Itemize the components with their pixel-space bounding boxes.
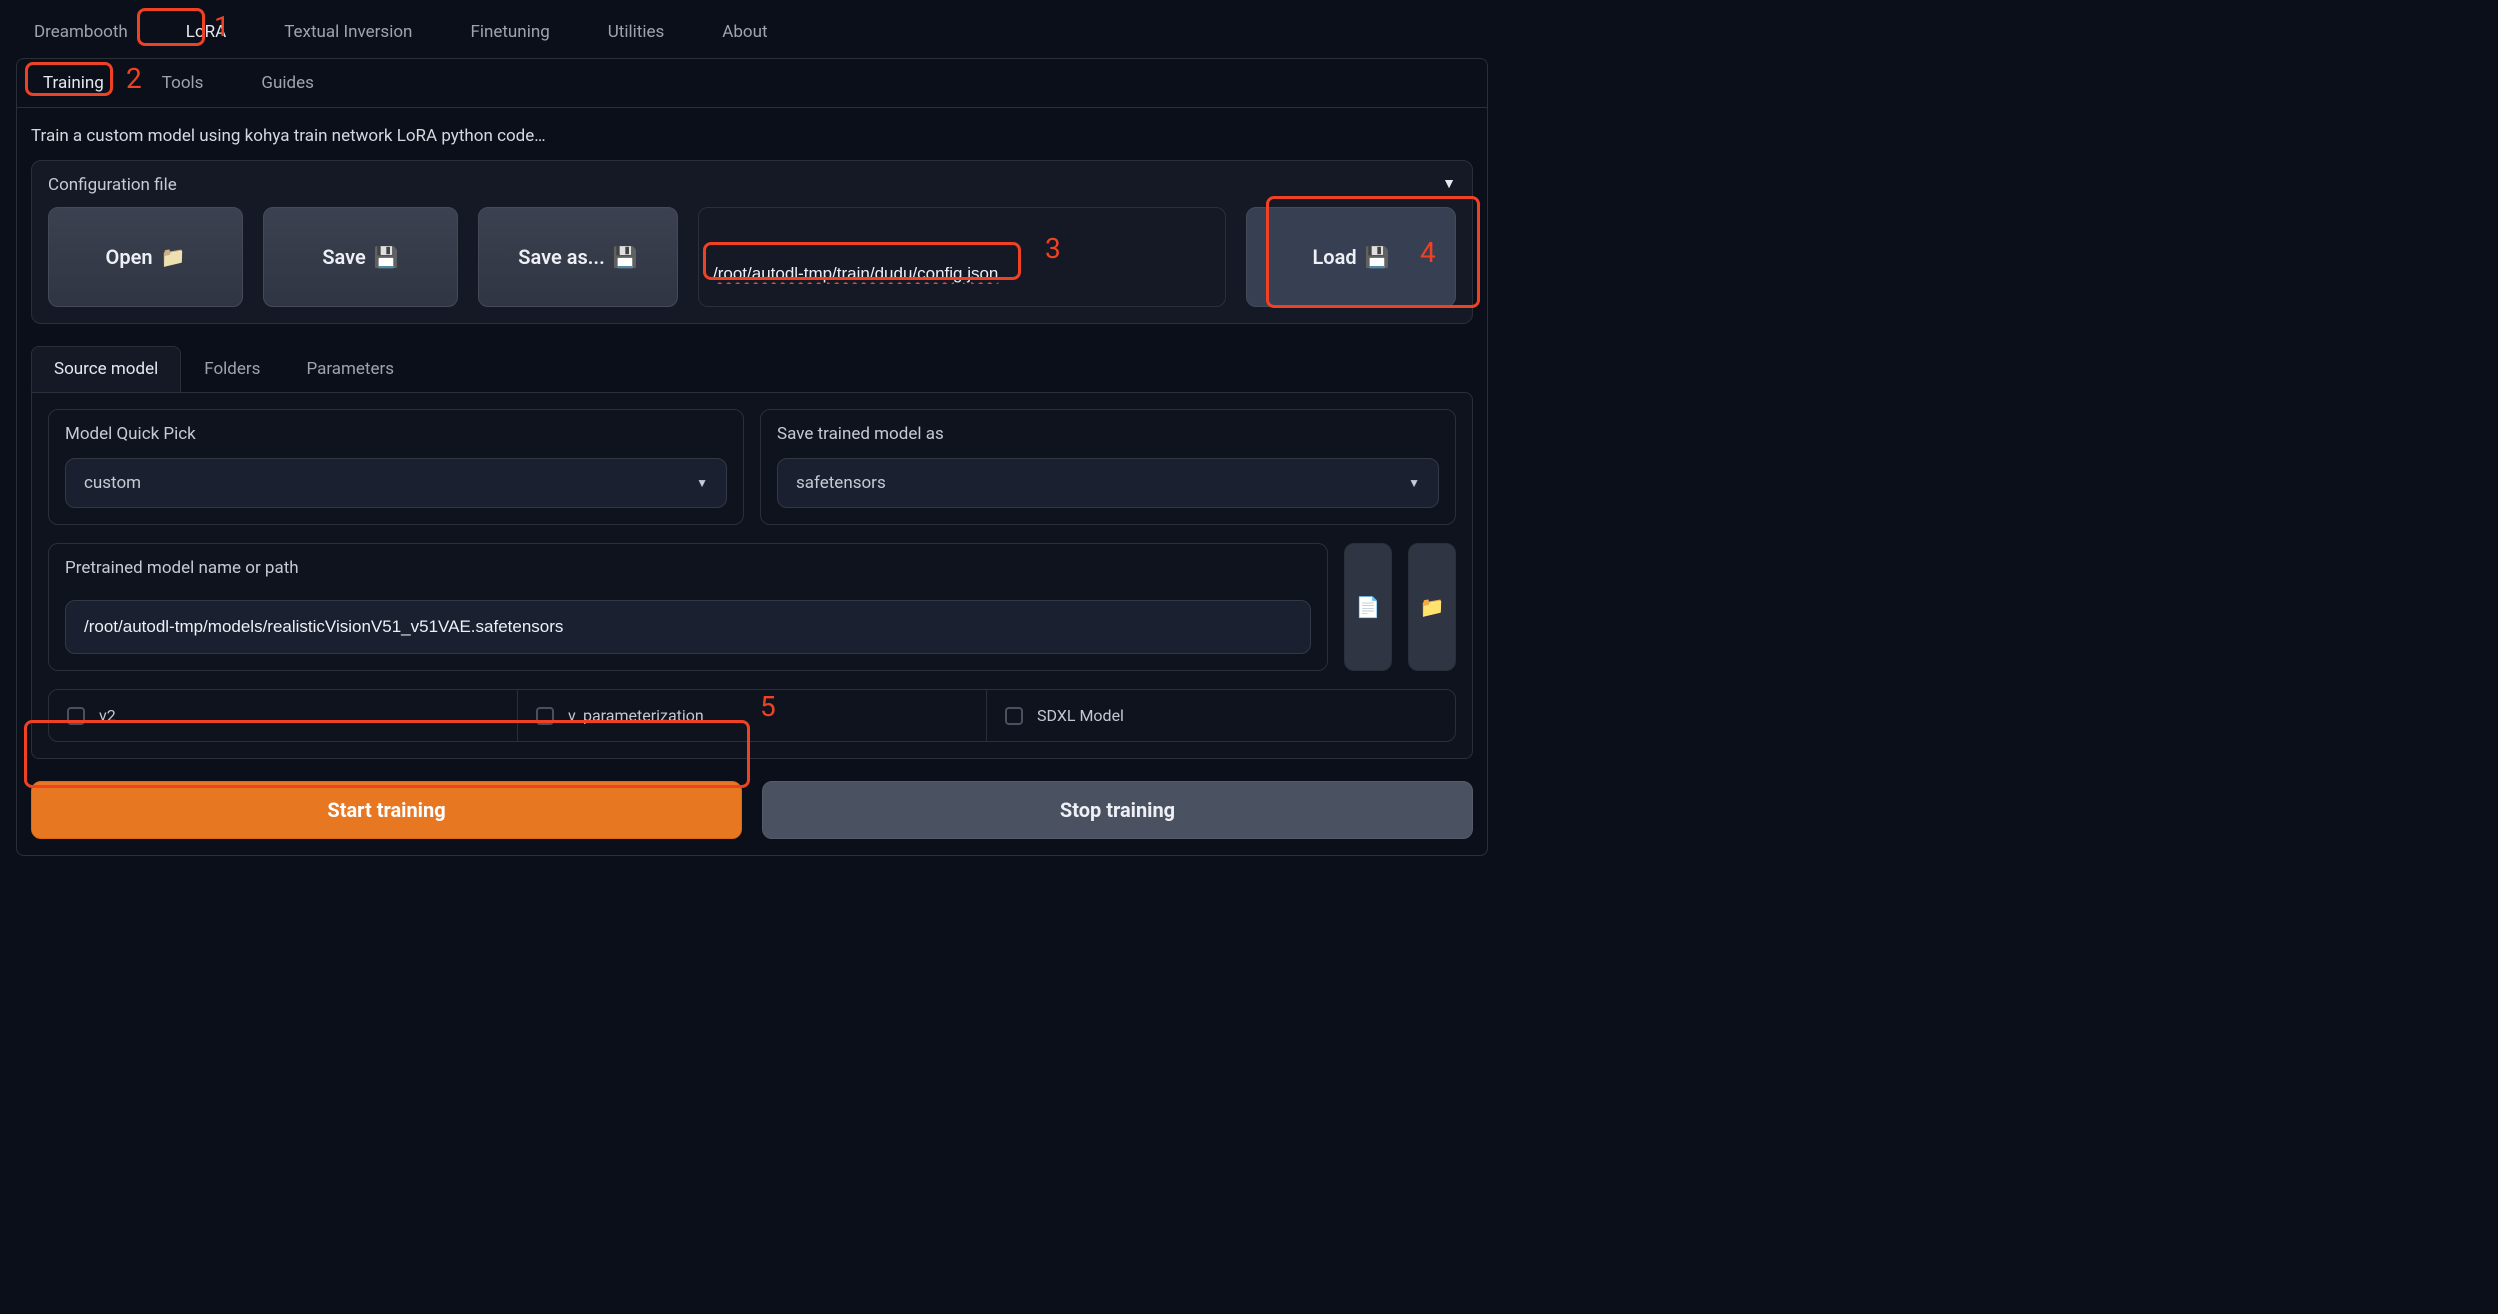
save-trained-as-select[interactable]: safetensors ▼ [777,458,1439,508]
open-button-label: Open [106,245,153,269]
lora-panel: Training Tools Guides Train a custom mod… [16,58,1488,856]
checkbox-icon [67,707,85,725]
panel-description: Train a custom model using kohya train n… [17,108,1487,160]
main-tabs: Dreambooth LoRA Textual Inversion Finetu… [0,0,1504,52]
tab-finetuning[interactable]: Finetuning [456,12,563,52]
save-icon [1365,245,1390,269]
configuration-file-panel: Configuration file ▼ Open Save Save as..… [31,160,1473,324]
subtab-guides[interactable]: Guides [247,65,327,101]
checkbox-icon [536,707,554,725]
tab-source-model[interactable]: Source model [31,346,181,392]
tab-textual-inversion[interactable]: Textual Inversion [270,12,426,52]
chevron-down-icon: ▼ [1408,476,1420,490]
sdxl-checkbox-row[interactable]: SDXL Model [987,690,1455,741]
config-path-container [698,207,1226,307]
sdxl-label: SDXL Model [1037,706,1124,725]
chevron-down-icon: ▼ [696,476,708,490]
pretrained-model-input[interactable] [65,600,1311,654]
config-path-input[interactable] [713,256,1211,292]
model-flags-row: v2 v_parameterization SDXL Model [48,689,1456,742]
save-as-button-label: Save as... [518,245,605,269]
model-quick-pick-label: Model Quick Pick [65,424,727,444]
tab-about[interactable]: About [708,12,781,52]
tab-parameters[interactable]: Parameters [283,346,417,392]
pretrained-model-field: Pretrained model name or path [48,543,1328,671]
subtab-tools[interactable]: Tools [148,65,218,101]
save-icon [374,245,399,269]
save-as-button[interactable]: Save as... [478,207,678,307]
save-trained-as-value: safetensors [796,473,886,493]
file-icon-button[interactable]: 📄 [1344,543,1392,671]
start-training-button[interactable]: Start training [31,781,742,839]
v-parameterization-checkbox-row[interactable]: v_parameterization [518,690,987,741]
model-quick-pick-value: custom [84,473,141,493]
save-button[interactable]: Save [263,207,458,307]
v-parameterization-label: v_parameterization [568,706,704,725]
save-trained-as-field: Save trained model as safetensors ▼ [760,409,1456,525]
tab-lora[interactable]: LoRA [172,12,240,52]
save-button-label: Save [322,245,365,269]
save-trained-as-label: Save trained model as [777,424,1439,444]
pretrained-model-label: Pretrained model name or path [65,558,1311,578]
load-button[interactable]: Load [1246,207,1456,307]
tab-folders[interactable]: Folders [181,346,283,392]
model-quick-pick-field: Model Quick Pick custom ▼ [48,409,744,525]
page-icon: 📄 [1356,595,1381,619]
v2-checkbox-row[interactable]: v2 [49,690,518,741]
tab-dreambooth[interactable]: Dreambooth [20,12,142,52]
checkbox-icon [1005,707,1023,725]
open-button[interactable]: Open [48,207,243,307]
tab-utilities[interactable]: Utilities [594,12,678,52]
subtab-training[interactable]: Training [29,65,118,101]
v2-label: v2 [99,706,116,725]
source-model-section: Source model Folders Parameters Model Qu… [31,346,1473,759]
load-button-label: Load [1312,245,1356,269]
folder-icon-button[interactable]: 📁 [1408,543,1456,671]
collapse-icon[interactable]: ▼ [1442,175,1456,192]
model-quick-pick-select[interactable]: custom ▼ [65,458,727,508]
lora-subtabs: Training Tools Guides [17,59,1487,108]
config-title: Configuration file [48,175,177,195]
stop-training-button[interactable]: Stop training [762,781,1473,839]
save-icon [613,245,638,269]
action-buttons: Start training Stop training [31,781,1473,839]
folder-icon [161,245,186,269]
folder-icon: 📁 [1420,595,1445,619]
